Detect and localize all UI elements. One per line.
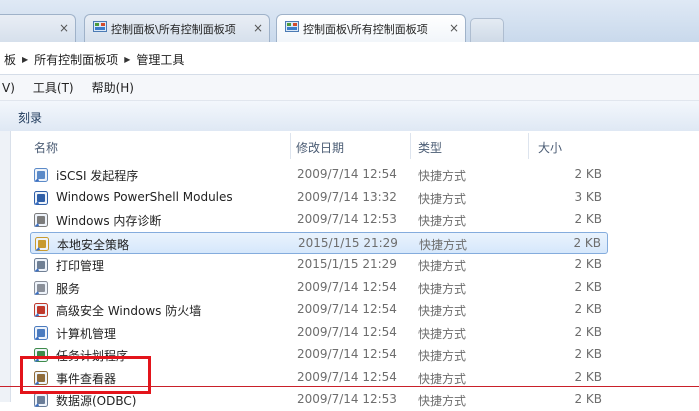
breadcrumb-item[interactable]: 板 [4, 51, 16, 68]
menu-help[interactable]: 帮助(H) [92, 79, 134, 96]
table-row[interactable]: Windows 内存诊断 2009/7/14 12:53 快捷方式 2 KB [30, 209, 608, 231]
annotation-highlight-box [20, 356, 151, 394]
file-type: 快捷方式 [418, 259, 467, 273]
modified-date: 2015/1/15 21:29 [297, 257, 397, 271]
computer-management-icon [34, 325, 48, 340]
modified-date: 2009/7/14 12:54 [297, 279, 397, 294]
control-panel-icon [285, 21, 299, 32]
file-size: 2 KB [574, 347, 602, 361]
address-bar[interactable]: 板 ▶ 所有控制面板项 ▶ 管理工具 [0, 42, 699, 75]
file-type: 快捷方式 [418, 169, 467, 183]
table-row[interactable]: 本地安全策略 2015/1/15 21:29 快捷方式 2 KB [30, 231, 608, 254]
column-type[interactable]: 类型 [418, 139, 442, 156]
table-row[interactable]: 打印管理 2015/1/15 21:29 快捷方式 2 KB [30, 254, 608, 276]
modified-date: 2009/7/14 12:54 [297, 302, 397, 316]
file-size: 2 KB [574, 302, 602, 316]
burn-button[interactable]: 刻录 [18, 109, 42, 126]
navigation-pane[interactable] [0, 131, 11, 402]
tab-label: 控制面板\所有控制面板项 [111, 23, 236, 36]
column-name[interactable]: 名称 [34, 139, 58, 156]
close-icon[interactable]: × [59, 21, 69, 35]
file-name: Windows 内存诊断 [56, 214, 162, 228]
file-size: 2 KB [574, 369, 602, 384]
file-size: 2 KB [573, 235, 601, 250]
column-header: 名称 修改日期 类型 大小 [10, 131, 699, 161]
control-panel-icon [93, 21, 107, 32]
breadcrumb-item[interactable]: 管理工具 [136, 51, 184, 68]
chevron-right-icon[interactable]: ▶ [124, 55, 130, 64]
modified-date: 2009/7/14 12:54 [297, 167, 397, 181]
modified-date: 2009/7/14 12:54 [297, 347, 397, 361]
firewall-icon [34, 303, 48, 317]
new-tab-button[interactable] [470, 18, 504, 42]
column-divider[interactable] [290, 133, 291, 159]
file-name: 数据源(ODBC) [56, 394, 137, 408]
file-name: 计算机管理 [56, 326, 117, 341]
powershell-icon [34, 190, 48, 205]
file-name: Windows PowerShell Modules [56, 189, 233, 204]
breadcrumb: 板 ▶ 所有控制面板项 ▶ 管理工具 [4, 51, 184, 68]
close-icon[interactable]: × [449, 21, 459, 35]
file-type: 快捷方式 [418, 304, 467, 318]
file-name: 服务 [56, 281, 81, 296]
file-size: 2 KB [574, 324, 602, 339]
modified-date: 2015/1/15 21:29 [298, 235, 398, 250]
table-row[interactable]: 服务 2009/7/14 12:54 快捷方式 2 KB [30, 277, 608, 299]
breadcrumb-item[interactable]: 所有控制面板项 [34, 51, 118, 68]
file-size: 2 KB [574, 279, 602, 294]
chevron-right-icon[interactable]: ▶ [22, 55, 28, 64]
file-type: 快捷方式 [418, 371, 467, 386]
tab-label: 控制面板\所有控制面板项 [303, 23, 428, 36]
printer-icon [34, 258, 48, 272]
modified-date: 2009/7/14 12:54 [297, 324, 397, 339]
column-date[interactable]: 修改日期 [296, 139, 344, 156]
file-type: 快捷方式 [418, 191, 467, 206]
table-row[interactable]: 计算机管理 2009/7/14 12:54 快捷方式 2 KB [30, 322, 608, 344]
file-list: 名称 修改日期 类型 大小 iSCSI 发起程序 2009/7/14 12:54 快… [0, 131, 699, 408]
table-row[interactable]: 高级安全 Windows 防火墙 2009/7/14 12:54 快捷方式 2 KB [30, 299, 608, 321]
file-name: 打印管理 [56, 259, 105, 273]
modified-date: 2009/7/14 12:54 [297, 369, 397, 384]
services-icon [34, 280, 48, 295]
file-size: 3 KB [574, 189, 602, 204]
file-size: 2 KB [574, 392, 602, 406]
tab-control-panel-1[interactable]: 控制面板\所有控制面板项 × [84, 14, 270, 42]
column-divider[interactable] [410, 133, 411, 159]
file-size: 2 KB [574, 212, 602, 226]
menu-tools[interactable]: 工具(T) [33, 79, 74, 96]
iscsi-icon [34, 168, 48, 182]
table-row[interactable]: iSCSI 发起程序 2009/7/14 12:54 快捷方式 2 KB [30, 164, 608, 186]
modified-date: 2009/7/14 12:53 [297, 212, 397, 226]
tab-partial[interactable]: × [0, 14, 76, 42]
modified-date: 2009/7/14 12:53 [297, 392, 397, 406]
odbc-icon [34, 393, 48, 407]
security-policy-icon [35, 236, 49, 251]
file-type: 快捷方式 [418, 214, 467, 228]
modified-date: 2009/7/14 13:32 [297, 189, 397, 204]
column-size[interactable]: 大小 [538, 139, 562, 156]
menu-bar: V) 工具(T) 帮助(H) [0, 75, 699, 101]
close-icon[interactable]: × [253, 21, 263, 35]
file-name: iSCSI 发起程序 [56, 169, 139, 183]
file-type: 快捷方式 [418, 326, 467, 341]
table-row[interactable]: Windows PowerShell Modules 2009/7/14 13:3… [30, 187, 608, 209]
file-type: 快捷方式 [419, 237, 468, 252]
memory-diagnostic-icon [34, 213, 48, 227]
file-type: 快捷方式 [418, 281, 467, 296]
file-size: 2 KB [574, 257, 602, 271]
file-type: 快捷方式 [418, 349, 467, 363]
tab-control-panel-2[interactable]: 控制面板\所有控制面板项 × [276, 14, 466, 43]
file-name: 高级安全 Windows 防火墙 [56, 304, 202, 318]
column-divider[interactable] [528, 133, 529, 159]
file-type: 快捷方式 [418, 394, 467, 408]
file-name: 本地安全策略 [57, 237, 130, 252]
menu-view[interactable]: V) [2, 81, 15, 95]
command-bar: 刻录 [0, 101, 699, 132]
file-size: 2 KB [574, 167, 602, 181]
tab-strip: × 控制面板\所有控制面板项 × 控制面板\所有控制面板项 × [0, 0, 699, 43]
